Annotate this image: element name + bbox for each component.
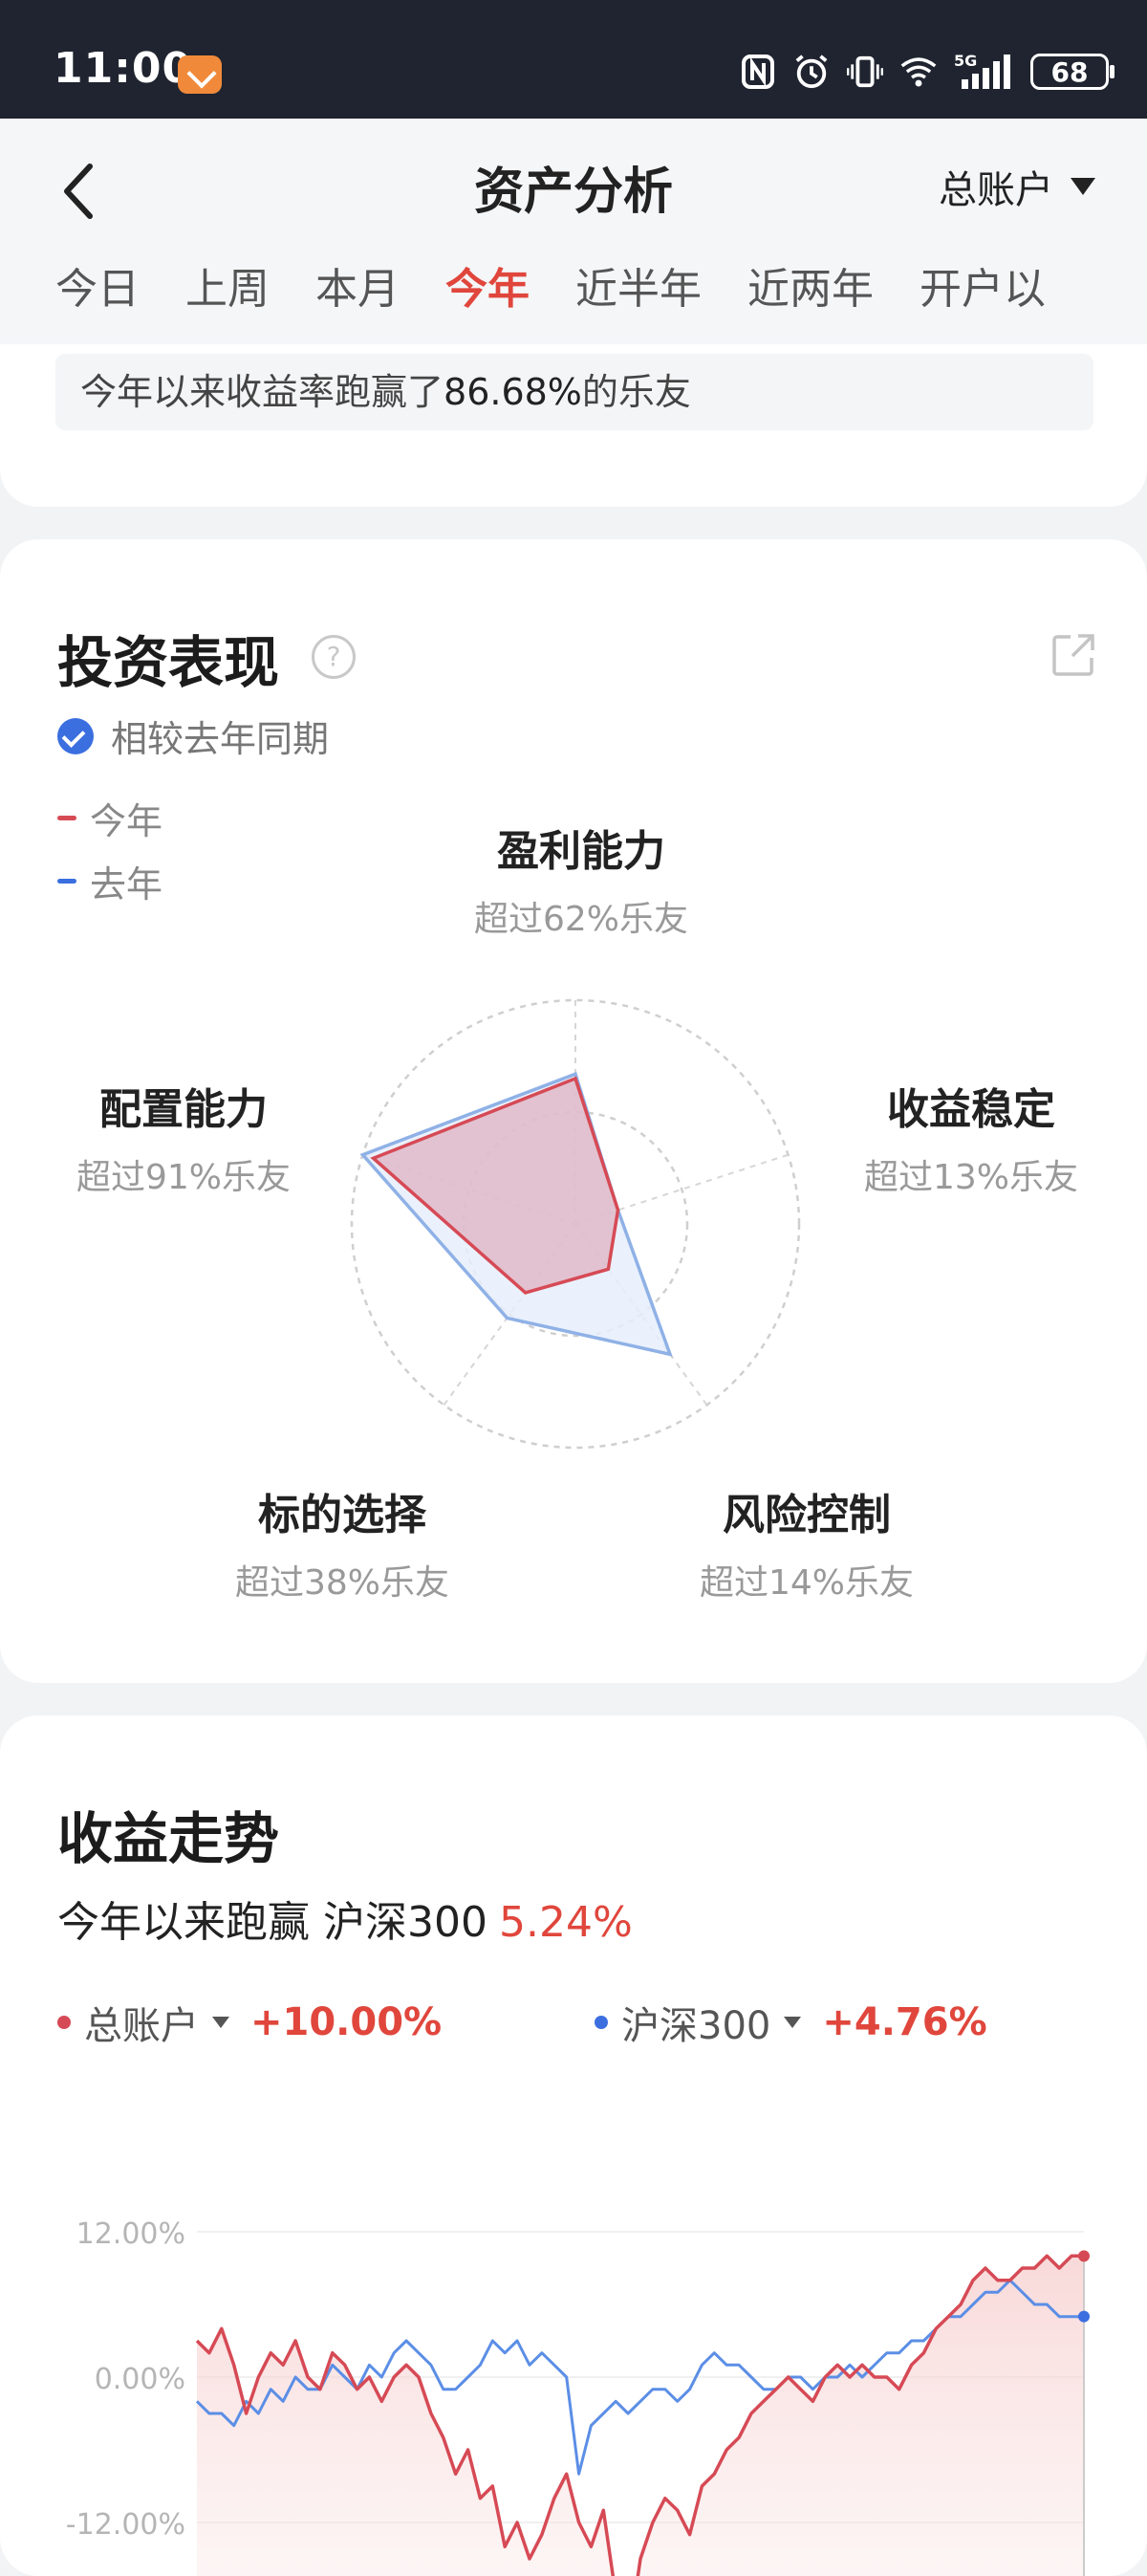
alarm-icon bbox=[793, 54, 830, 90]
performance-card: 投资表现 ? 相较去年同期 今年 去年 盈利能力 超过62%乐友 收益稳定 超过… bbox=[0, 539, 1147, 1683]
status-time: 11:00 bbox=[54, 44, 193, 93]
series-selector-index[interactable]: 沪深300 +4.76% bbox=[595, 1995, 987, 2050]
rank-suffix: 的乐友 bbox=[581, 371, 691, 413]
trend-card: 收益走势 今年以来跑赢 沪深300 5.24% 总账户 +10.00% 沪深300… bbox=[0, 1715, 1147, 2576]
tab-since-open[interactable]: 开户以 bbox=[920, 254, 1046, 316]
tab-this-year[interactable]: 今年 bbox=[445, 254, 530, 316]
series-dot-blue bbox=[595, 2016, 608, 2029]
signal-5g-icon: 5G bbox=[954, 53, 1013, 90]
y-tick-label: 12.00% bbox=[76, 2217, 185, 2251]
tab-last-week[interactable]: 上周 bbox=[185, 254, 270, 316]
series-name: 总账户 bbox=[84, 2004, 199, 2048]
series-end-dot-account bbox=[1078, 2250, 1090, 2262]
tab-today[interactable]: 今日 bbox=[55, 254, 140, 316]
account-area-fill bbox=[197, 2256, 1084, 2576]
series-end-dot-index bbox=[1078, 2310, 1090, 2323]
series-value: +4.76% bbox=[822, 2000, 987, 2044]
trend-chart: 12.00% 0.00% -12.00% bbox=[66, 2217, 1090, 2576]
radar-chart bbox=[350, 998, 801, 1450]
rank-card: 今年以来收益率跑赢了86.68%的乐友 bbox=[0, 344, 1147, 507]
series-name: 沪深300 bbox=[621, 2004, 771, 2048]
period-tabs: 今日 上周 本月 今年 近半年 近两年 开户以 bbox=[55, 254, 1147, 321]
rank-summary: 今年以来收益率跑赢了86.68%的乐友 bbox=[55, 354, 1093, 430]
nfc-icon bbox=[740, 54, 776, 90]
tab-two-years[interactable]: 近两年 bbox=[747, 254, 874, 316]
tab-half-year[interactable]: 近半年 bbox=[575, 254, 702, 316]
caret-down-icon bbox=[1071, 178, 1095, 195]
status-bar: 11:00 5G 68 bbox=[0, 0, 1147, 119]
trend-subtitle: 今年以来跑赢 沪深300 5.24% bbox=[57, 1888, 633, 1949]
svg-text:5G: 5G bbox=[954, 53, 977, 70]
caret-down-icon bbox=[212, 2017, 229, 2028]
trend-subtitle-text: 今年以来跑赢 沪深300 bbox=[57, 1898, 487, 1947]
vibrate-icon bbox=[847, 54, 883, 90]
header: 资产分析 总账户 今日 上周 本月 今年 近半年 近两年 开户以 bbox=[0, 119, 1147, 344]
series-dot-red bbox=[57, 2016, 71, 2029]
y-tick-label: 0.00% bbox=[95, 2363, 185, 2396]
trend-outperform-pct: 5.24% bbox=[498, 1898, 633, 1947]
series-value: +10.00% bbox=[250, 2000, 443, 2044]
rank-value: 86.68% bbox=[444, 371, 582, 413]
rank-prefix: 今年以来收益率跑赢了 bbox=[80, 371, 444, 413]
caret-down-icon bbox=[784, 2017, 802, 2028]
account-label: 总账户 bbox=[939, 168, 1053, 212]
trend-title: 收益走势 bbox=[57, 1806, 280, 1871]
app-notification-icon bbox=[178, 55, 222, 94]
radar-area-this-year bbox=[370, 1076, 620, 1295]
y-tick-label: -12.00% bbox=[66, 2508, 185, 2542]
account-selector[interactable]: 总账户 bbox=[939, 159, 1095, 214]
series-selector-account[interactable]: 总账户 +10.00% bbox=[57, 1995, 442, 2050]
wifi-icon bbox=[900, 54, 937, 90]
status-icons: 5G 68 bbox=[740, 48, 1115, 96]
tab-this-month[interactable]: 本月 bbox=[315, 254, 400, 316]
battery-indicator: 68 bbox=[1030, 54, 1115, 90]
